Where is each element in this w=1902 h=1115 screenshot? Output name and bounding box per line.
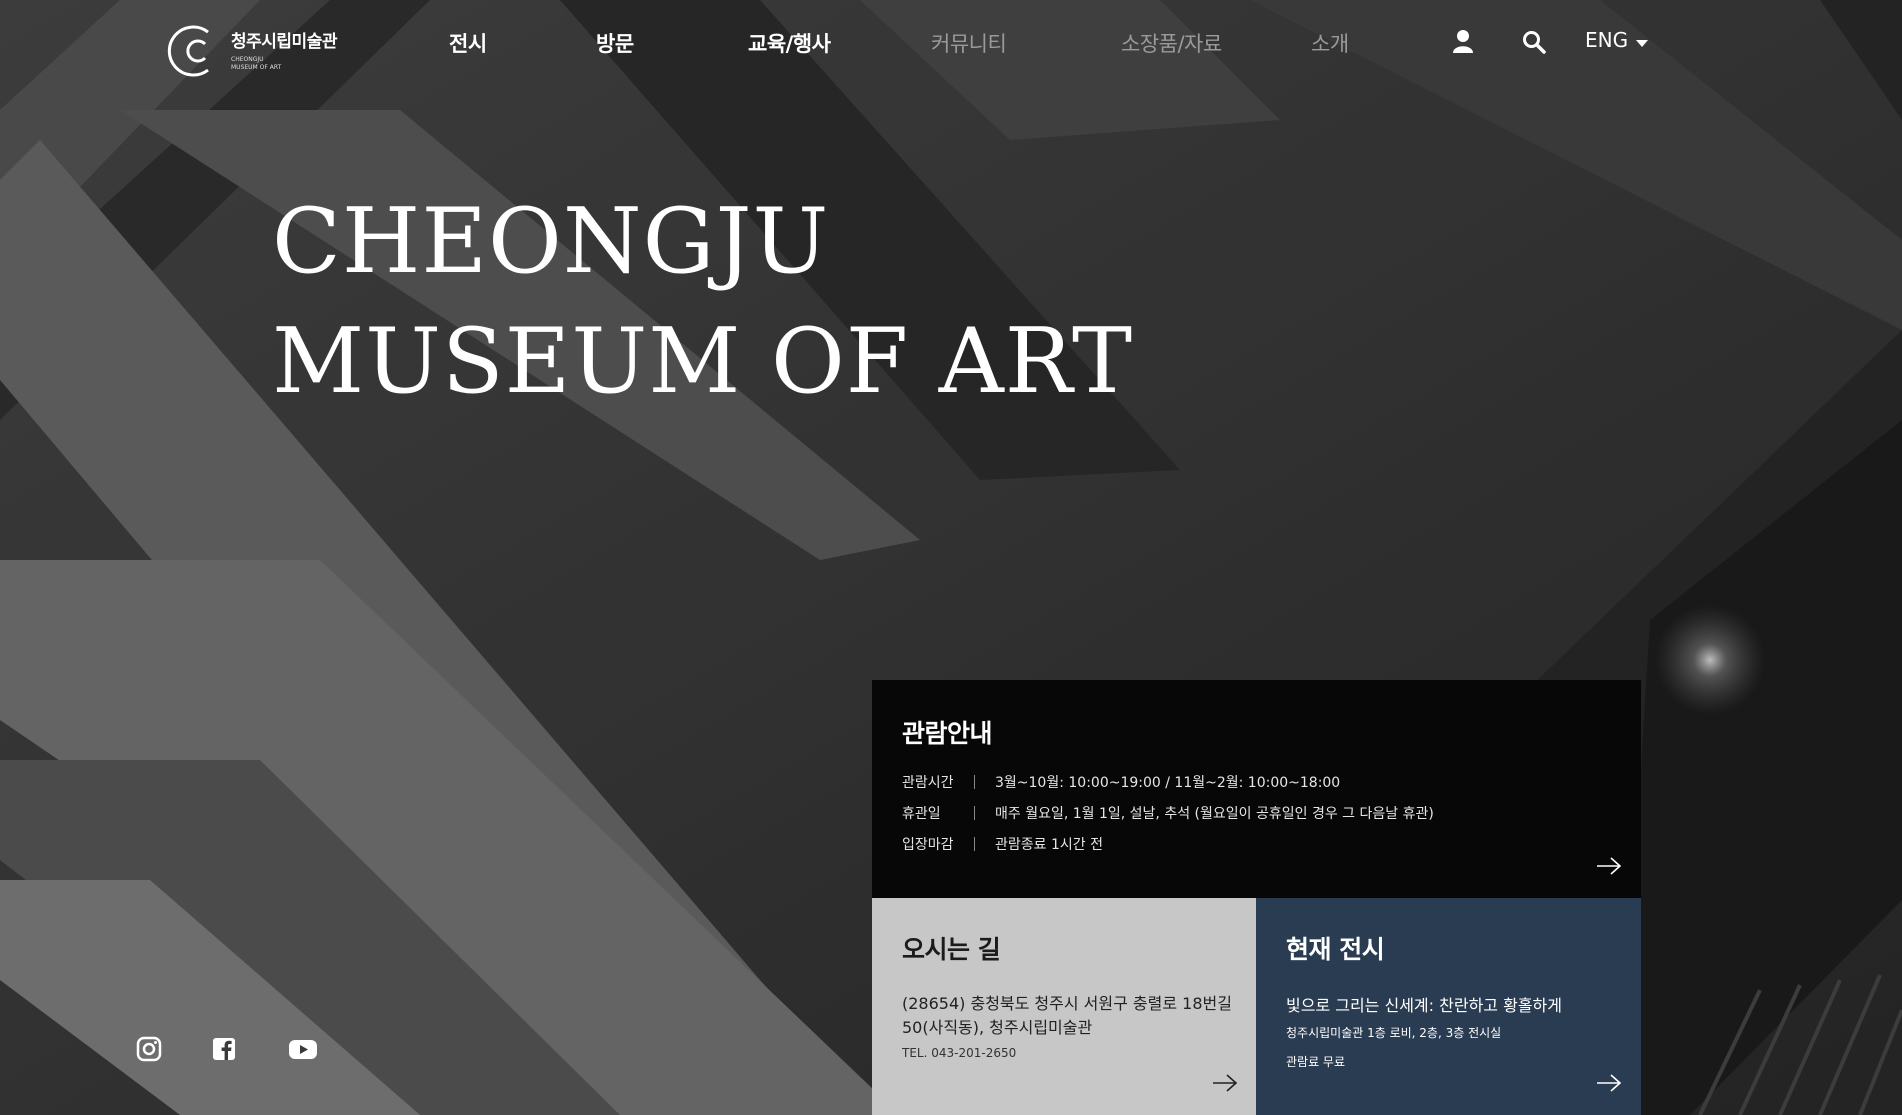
instagram-icon[interactable] bbox=[136, 1036, 162, 1062]
current-exhibition-name: 빛으로 그리는 신세계: 찬란하고 황홀하게 bbox=[1286, 996, 1562, 1015]
current-arrow-icon[interactable] bbox=[1596, 1073, 1622, 1093]
divider bbox=[974, 837, 975, 851]
nav-education-events[interactable]: 교육/행사 bbox=[748, 28, 831, 58]
nav-exhibition[interactable]: 전시 bbox=[449, 28, 487, 58]
guide-row-hours: 관람시간 3월~10월: 10:00~19:00 / 11월~2월: 10:00… bbox=[902, 772, 1340, 792]
chevron-down-icon bbox=[1636, 39, 1649, 47]
guide-title: 관람안내 bbox=[902, 719, 993, 748]
current-exhibition-fee: 관람료 무료 bbox=[1286, 1055, 1346, 1069]
guide-hours-label: 관람시간 bbox=[902, 775, 954, 791]
facebook-icon[interactable] bbox=[211, 1036, 237, 1062]
current-exhibition-location: 청주시립미술관 1층 로비, 2층, 3층 전시실 bbox=[1286, 1026, 1502, 1040]
divider bbox=[974, 806, 975, 820]
visit-guide-panel: 관람안내 관람시간 3월~10월: 10:00~19:00 / 11월~2월: … bbox=[872, 680, 1641, 898]
guide-arrow-icon[interactable] bbox=[1596, 856, 1622, 876]
user-icon[interactable] bbox=[1452, 29, 1474, 57]
nav-collection[interactable]: 소장품/자료 bbox=[1121, 28, 1222, 58]
logo-korean-text: 청주시립미술관 bbox=[231, 31, 337, 52]
divider bbox=[974, 775, 975, 789]
guide-closed-value: 매주 월요일, 1월 1일, 설날, 추석 (월요일이 공휴일인 경우 그 다음… bbox=[995, 806, 1434, 822]
language-label: ENG bbox=[1585, 28, 1629, 52]
search-icon[interactable] bbox=[1522, 30, 1546, 58]
logo-english-text: CHEONGJU MUSEUM OF ART bbox=[231, 55, 282, 71]
directions-title: 오시는 길 bbox=[902, 935, 1001, 964]
nav-community[interactable]: 커뮤니티 bbox=[931, 28, 1007, 58]
guide-row-admission: 입장마감 관람종료 1시간 전 bbox=[902, 834, 1103, 854]
language-selector[interactable]: ENG bbox=[1585, 28, 1649, 52]
directions-address: (28654) 충청북도 청주시 서원구 충렬로 18번길 50(사직동), 청… bbox=[902, 994, 1232, 1037]
current-exhibition-panel: 현재 전시 빛으로 그리는 신세계: 찬란하고 황홀하게 청주시립미술관 1층 … bbox=[1256, 898, 1641, 1115]
guide-row-closed: 휴관일 매주 월요일, 1월 1일, 설날, 추석 (월요일이 공휴일인 경우 … bbox=[902, 803, 1434, 823]
guide-admission-value: 관람종료 1시간 전 bbox=[995, 837, 1103, 853]
current-title: 현재 전시 bbox=[1286, 935, 1385, 964]
directions-arrow-icon[interactable] bbox=[1212, 1073, 1238, 1093]
hero-title: CHEONGJU MUSEUM OF ART bbox=[272, 182, 1133, 422]
nav-visit[interactable]: 방문 bbox=[596, 28, 634, 58]
hero-title-line1: CHEONGJU bbox=[272, 189, 830, 294]
hero-title-line2: MUSEUM OF ART bbox=[272, 309, 1134, 414]
guide-closed-label: 휴관일 bbox=[902, 806, 941, 822]
site-logo[interactable]: 청주시립미술관 CHEONGJU MUSEUM OF ART bbox=[165, 20, 337, 82]
directions-panel: 오시는 길 (28654) 충청북도 청주시 서원구 충렬로 18번길 50(사… bbox=[872, 898, 1256, 1115]
directions-tel: TEL. 043-201-2650 bbox=[902, 1046, 1017, 1060]
nav-about[interactable]: 소개 bbox=[1311, 28, 1349, 58]
logo-mark-icon bbox=[167, 25, 209, 77]
guide-admission-label: 입장마감 bbox=[902, 837, 954, 853]
youtube-icon[interactable] bbox=[288, 1036, 318, 1062]
guide-hours-value: 3월~10월: 10:00~19:00 / 11월~2월: 10:00~18:0… bbox=[995, 775, 1341, 791]
